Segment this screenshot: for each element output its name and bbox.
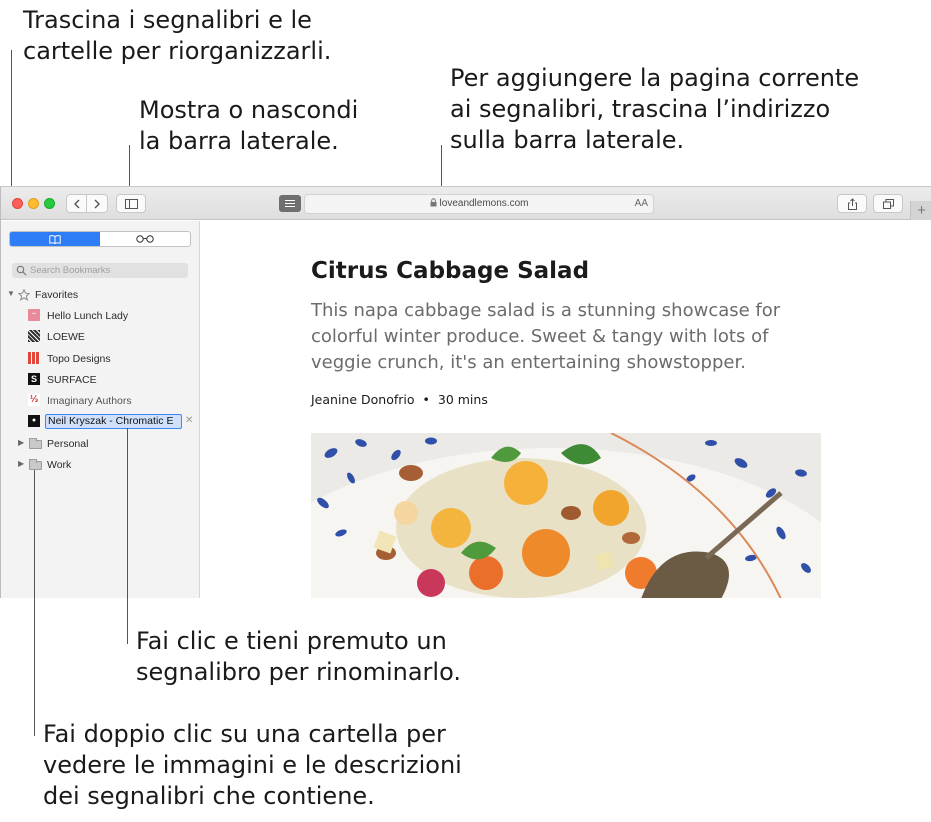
- text-size-button[interactable]: AA: [635, 198, 648, 209]
- bookmark-rename-field[interactable]: Neil Kryszak - Chromatic E: [45, 414, 182, 429]
- folder-label: Work: [47, 459, 72, 471]
- folder-icon: [29, 459, 42, 470]
- topo-designs-favicon: [28, 352, 40, 364]
- bookmark-being-renamed[interactable]: ● Neil Kryszak - Chromatic E ✕: [1, 413, 200, 431]
- loewe-favicon: [28, 330, 40, 342]
- bookmark-loewe[interactable]: LOEWE: [1, 328, 200, 346]
- zoom-window-button[interactable]: [44, 198, 55, 209]
- article-byline: Jeanine Donofrio • 30 mins: [311, 392, 488, 407]
- sidebar-segmented-control: [9, 231, 191, 247]
- folder-icon: [29, 438, 42, 449]
- forward-button[interactable]: [87, 194, 108, 213]
- tab-bookmarks[interactable]: [10, 232, 100, 246]
- bookmarks-sidebar: ▼ Favorites ~ Hello Lunch Lady LOEWE Top…: [1, 221, 200, 598]
- share-button[interactable]: [837, 194, 867, 213]
- bookmark-topo-designs[interactable]: Topo Designs: [1, 350, 200, 368]
- toolbar: loveandlemons.com AA +: [1, 187, 931, 220]
- callout-add-bookmark: Per aggiungere la pagina corrente ai seg…: [450, 64, 860, 154]
- folder-work[interactable]: ▶ Work: [1, 456, 200, 474]
- leader-line-rename: [127, 428, 128, 644]
- disclosure-open-icon[interactable]: ▼: [7, 289, 15, 298]
- bookmark-label: Hello Lunch Lady: [47, 310, 129, 322]
- bookmark-label: SURFACE: [47, 374, 97, 386]
- sidebar-icon: [124, 198, 138, 209]
- callout-sidebar-toggle: Mostra o nascondi la barra laterale.: [139, 96, 359, 155]
- clear-icon[interactable]: ✕: [185, 415, 193, 426]
- bookmark-label: LOEWE: [47, 331, 85, 343]
- search-icon: [16, 265, 27, 276]
- bookmark-surface[interactable]: S SURFACE: [1, 371, 200, 389]
- lock-icon: [430, 198, 437, 207]
- hello-lunch-lady-favicon: ~: [28, 309, 40, 321]
- article-title: Citrus Cabbage Salad: [311, 258, 590, 284]
- share-icon: [847, 197, 857, 210]
- chevron-right-icon: [94, 199, 100, 208]
- glasses-icon: [136, 235, 154, 243]
- favorites-row[interactable]: ▼ Favorites: [1, 286, 200, 304]
- address-bar-url-row: loveandlemons.com: [305, 198, 653, 209]
- callout-rename: Fai clic e tieni premuto un segnalibro p…: [136, 627, 461, 686]
- article-time: 30 mins: [437, 392, 488, 407]
- folder-label: Personal: [47, 438, 89, 450]
- folder-personal[interactable]: ▶ Personal: [1, 435, 200, 453]
- callout-drag-reorganize: Trascina i segnalibri e le cartelle per …: [23, 6, 332, 65]
- imaginary-authors-favicon: ⅓: [28, 394, 40, 406]
- back-button[interactable]: [66, 194, 87, 213]
- new-tab-button[interactable]: +: [910, 201, 931, 220]
- reader-view-button[interactable]: [279, 195, 301, 212]
- minimize-window-button[interactable]: [28, 198, 39, 209]
- address-bar[interactable]: loveandlemons.com AA: [304, 194, 654, 214]
- close-window-button[interactable]: [12, 198, 23, 209]
- bookmark-label: Imaginary Authors: [47, 395, 132, 407]
- favorites-label: Favorites: [35, 289, 79, 301]
- salad-image: [311, 433, 821, 598]
- safari-window: loveandlemons.com AA + ▼: [0, 186, 931, 598]
- article-photo: [311, 433, 821, 598]
- search-bookmarks-field[interactable]: [12, 263, 188, 278]
- bookmark-label: Topo Designs: [47, 353, 111, 365]
- show-all-tabs-button[interactable]: [873, 194, 903, 213]
- byline-separator: •: [422, 392, 430, 407]
- bookmark-imaginary-authors[interactable]: ⅓ Imaginary Authors: [1, 392, 200, 410]
- article-subtitle: This napa cabbage salad is a stunning sh…: [311, 300, 781, 373]
- star-icon: [18, 289, 30, 301]
- bookmark-hello-lunch-lady[interactable]: ~ Hello Lunch Lady: [1, 307, 200, 325]
- tabs-icon: [882, 198, 894, 209]
- disclosure-closed-icon[interactable]: ▶: [18, 438, 24, 447]
- book-icon: [49, 234, 61, 244]
- chromatic-favicon: ●: [28, 415, 40, 427]
- chevron-left-icon: [73, 199, 79, 208]
- leader-line-folder: [34, 470, 35, 736]
- article-author: Jeanine Donofrio: [311, 392, 415, 407]
- callout-folder: Fai doppio clic su una cartella per vede…: [43, 720, 462, 810]
- disclosure-closed-icon[interactable]: ▶: [18, 459, 24, 468]
- sidebar-toggle-button[interactable]: [116, 194, 146, 213]
- tab-reading-list[interactable]: [100, 232, 190, 246]
- search-input[interactable]: [30, 263, 180, 278]
- surface-favicon: S: [28, 373, 40, 385]
- address-url: loveandlemons.com: [439, 198, 529, 209]
